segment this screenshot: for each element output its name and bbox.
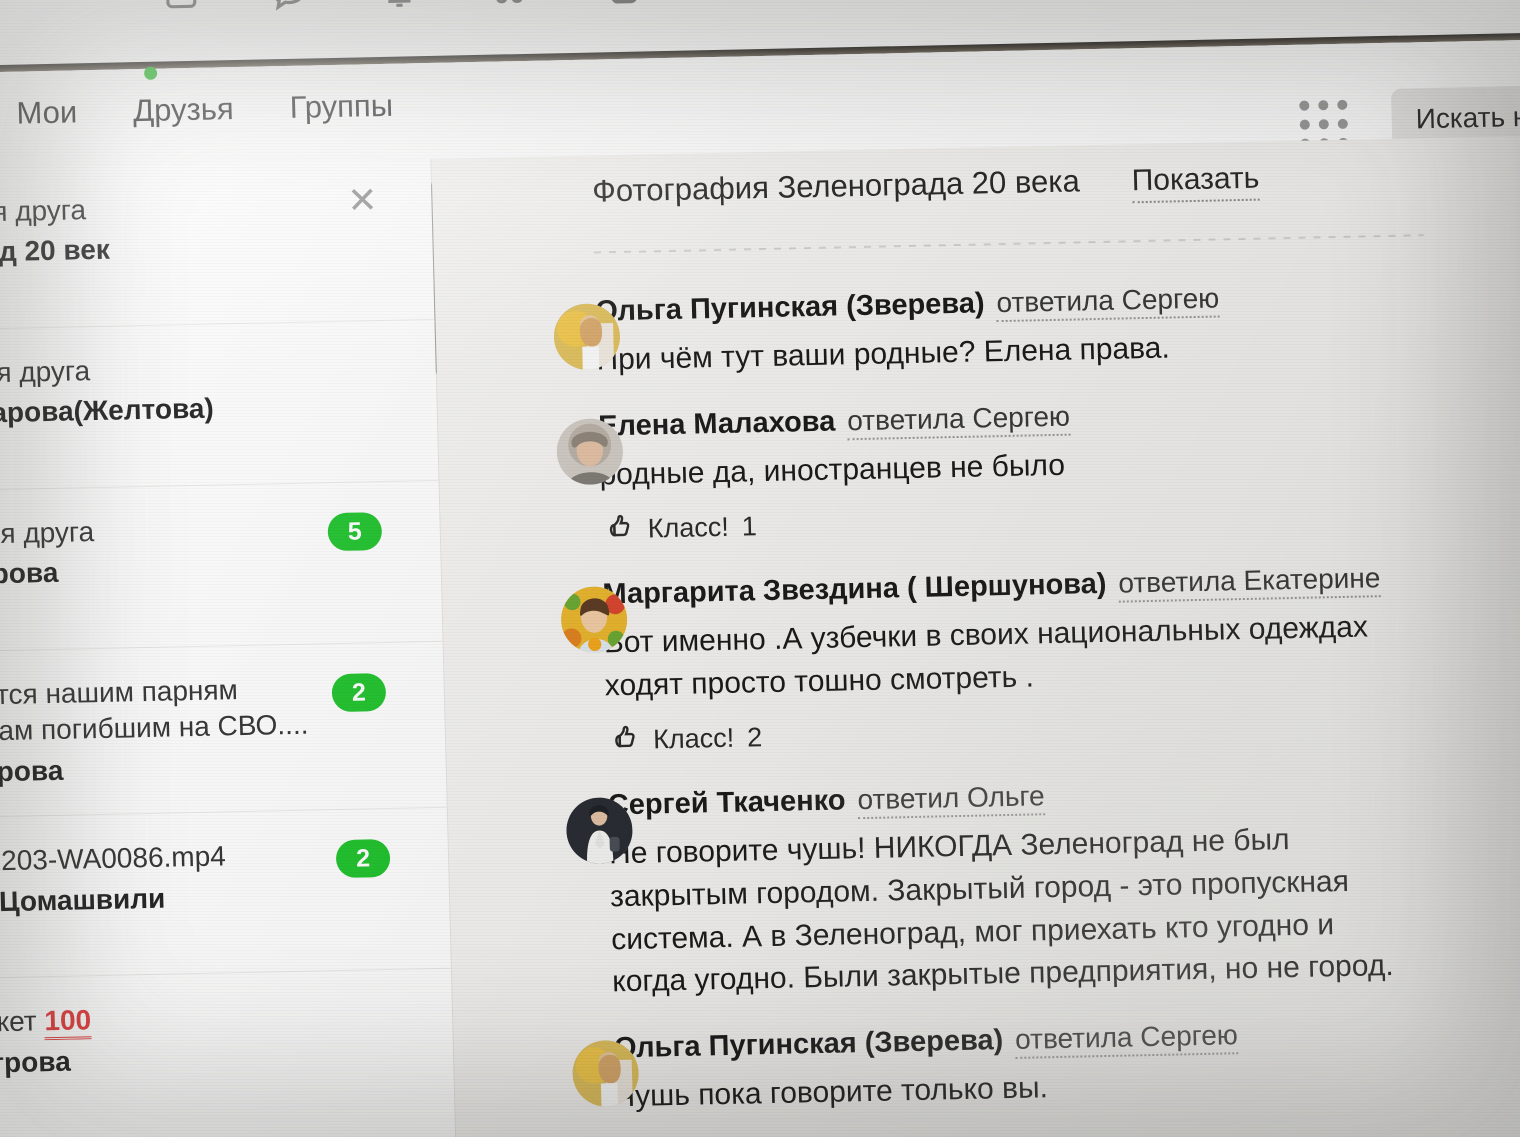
notification-line1: 31203-WA0086.mp4 xyxy=(0,840,227,877)
comment-likes[interactable]: Класс! 2 xyxy=(606,701,1520,762)
comment-reply-target[interactable]: ответила Сергею xyxy=(1015,1019,1239,1059)
notification-line1b: йцам погибшим на СВО.... xyxy=(0,709,309,748)
screen-photo: ал Мои Друзья Группы xyxy=(0,0,1520,1137)
nav-tab-my[interactable]: Мои xyxy=(10,90,84,136)
comment-author[interactable]: Маргарита Звездина ( Шершунова) xyxy=(602,568,1107,611)
comment-text: родные да, иностранцев не было xyxy=(599,448,1066,492)
comment-item: Ольга Пугинская (Зверева) ответила Серге… xyxy=(453,998,1520,1136)
video-play-icon[interactable] xyxy=(935,0,994,12)
comment-item: Сергей Ткаченко ответил Ольге Не говорит… xyxy=(447,755,1520,1021)
divider xyxy=(593,234,1424,254)
notification-badge: 2 xyxy=(335,839,391,879)
comment-reply-target[interactable]: ответила Сергею xyxy=(847,400,1071,440)
grid-dot xyxy=(1299,119,1310,130)
notification-line1-text: Кжет xyxy=(0,1005,37,1038)
thumbs-up-icon[interactable] xyxy=(595,0,648,19)
notification-line2: етрова xyxy=(0,754,64,788)
comment-item: Ольга Пугинская (Зверева) ответила Серге… xyxy=(435,261,1520,399)
notification-line2: град 20 век xyxy=(0,234,111,269)
nav-tab-groups-label: Группы xyxy=(289,87,394,125)
comment-reply-target[interactable]: ответила Сергею xyxy=(996,282,1220,323)
notification-badge: 2 xyxy=(331,673,387,713)
comment-likes[interactable]: Класс! 1 xyxy=(600,490,1520,551)
notification-line2: А Цомашвили xyxy=(0,882,166,917)
thumbs-up-icon xyxy=(606,720,641,762)
nav-tab-my-label: Мои xyxy=(16,94,78,131)
comment-author[interactable]: Сергей Ткаченко xyxy=(607,785,846,822)
notification-badge: 5 xyxy=(327,512,383,552)
comment-text: Не говорите чушь! НИКОГДА Зеленоград не … xyxy=(608,823,1395,999)
comment-reply-target[interactable]: ответил Ольге xyxy=(857,781,1046,820)
likes-count: 1 xyxy=(741,511,758,542)
grid-dot xyxy=(1318,119,1329,130)
nav-tab-friends[interactable]: Друзья xyxy=(127,66,241,133)
notification-item[interactable]: 5 фия друга етрова xyxy=(0,480,443,652)
notification-line1: Кжет 100 xyxy=(0,996,392,1041)
notification-item[interactable]: 2 31203-WA0086.mp4 А Цомашвили xyxy=(0,807,451,979)
music-note-icon[interactable] xyxy=(825,0,874,13)
notification-item[interactable]: Кжет 100 етрова xyxy=(0,969,455,1137)
notification-line1: фия друга xyxy=(0,516,95,550)
comment-list: Ольга Пугинская (Зверева) ответила Серге… xyxy=(435,261,1520,1136)
comment-text: При чём тут ваши родные? Елена права. xyxy=(596,331,1171,377)
notification-item[interactable]: ✕ фия друга град 20 век xyxy=(0,158,435,330)
grid-dot xyxy=(1299,100,1310,111)
monitor-screen: ал Мои Друзья Группы xyxy=(0,0,1520,1137)
feed-post-header: Фотография Зеленограда 20 века Показать xyxy=(592,160,1260,215)
show-post-link[interactable]: Показать xyxy=(1131,161,1260,204)
hundred-points-emoji: 100 xyxy=(43,1004,92,1041)
feed-main-column: Фотография Зеленограда 20 века Показать xyxy=(431,135,1520,1137)
comment-author[interactable]: Ольга Пугинская (Зверева) xyxy=(595,287,985,327)
page-title: Фотография Зеленограда 20 века xyxy=(591,163,1081,209)
thumbs-up-icon xyxy=(600,509,635,551)
comment-text: Чушь пока говорите только вы. xyxy=(614,1070,1049,1114)
close-icon[interactable]: ✕ xyxy=(347,179,378,221)
grid-dot xyxy=(1318,100,1329,111)
comment-item: Маргарита Звездина ( Шершунова) ответила… xyxy=(442,544,1520,779)
message-icon[interactable] xyxy=(266,0,315,24)
comment-reply-target[interactable]: ответила Екатерине xyxy=(1118,562,1381,603)
nav-tab-groups[interactable]: Группы xyxy=(283,84,399,130)
grid-dot xyxy=(1337,118,1348,129)
top-icon-row xyxy=(158,0,995,29)
bookmark-icon[interactable] xyxy=(158,0,205,26)
notification-line1: фия друга xyxy=(0,355,91,389)
search-input-text: Искать на xyxy=(1415,100,1520,135)
video-camera-icon[interactable] xyxy=(709,0,764,17)
notification-line1: фия друга xyxy=(0,194,87,228)
notifications-sidebar[interactable]: ✕ фия друга град 20 век фия друга аZаров… xyxy=(0,158,458,1137)
comment-text: Вот именно .А узбечки в своих национальн… xyxy=(603,610,1369,703)
likes-label: Класс! xyxy=(652,723,735,755)
likes-label: Класс! xyxy=(647,511,730,544)
notification-line2: аZарова(Желтова) xyxy=(0,392,215,430)
nav-tab-friends-label: Друзья xyxy=(132,91,235,129)
status-dot-friends xyxy=(144,66,158,80)
nav-tab-list: ал Мои Друзья Группы xyxy=(0,66,400,138)
footsteps-icon[interactable] xyxy=(484,0,535,21)
notification-line2: етрова xyxy=(0,1045,72,1079)
notification-item[interactable]: фия друга аZарова(Желтова) xyxy=(0,319,439,491)
notification-line2: етрова xyxy=(0,557,59,591)
notification-item[interactable]: 2 ается нашим парням йцам погибшим на СВ… xyxy=(0,641,447,818)
likes-count: 2 xyxy=(746,722,763,753)
bell-icon[interactable] xyxy=(376,0,423,22)
comment-item: Елена Малахова ответила Сергею родные да… xyxy=(437,376,1520,568)
grid-dot xyxy=(1337,99,1348,110)
ok-app-window: ал Мои Друзья Группы xyxy=(0,39,1520,1137)
comment-author[interactable]: Ольга Пугинская (Зверева) xyxy=(614,1024,1004,1064)
comment-author[interactable]: Елена Малахова xyxy=(598,405,836,442)
